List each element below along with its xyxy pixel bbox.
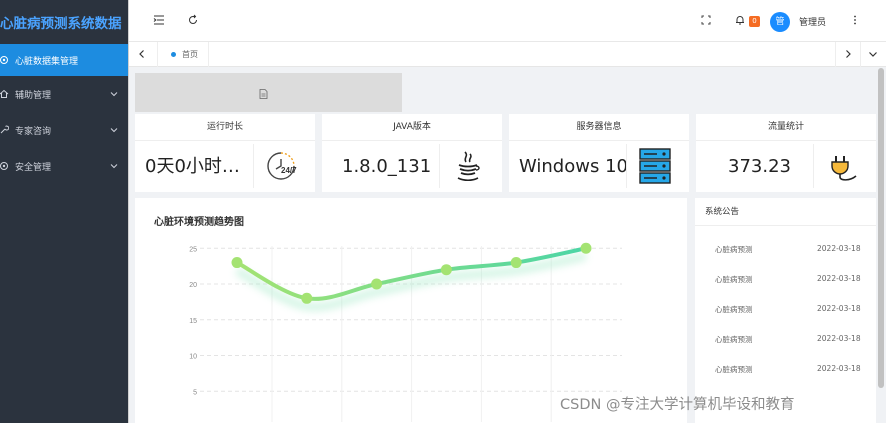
app-title: 心脏病预测系统数据 — [0, 16, 122, 32]
refresh-icon[interactable] — [187, 14, 199, 26]
y-tick-label: 10 — [189, 354, 197, 361]
chevron-right-icon[interactable] — [843, 49, 853, 59]
user-name[interactable]: 管理员 — [799, 15, 826, 28]
java-icon — [457, 151, 480, 182]
notification-badge: 0 — [749, 16, 760, 27]
notice-item-date: 2022-03-18 — [817, 334, 861, 343]
home-icon — [0, 89, 9, 98]
divider — [253, 144, 254, 188]
sidebar-menu: 心脏数据集管理 辅助管理 专家咨询 安全管理 — [0, 44, 128, 184]
data-point[interactable] — [371, 278, 383, 290]
tab-home[interactable]: 首页 — [167, 42, 209, 67]
sidebar-item-dataset[interactable]: 心脏数据集管理 — [0, 44, 128, 76]
gear-icon — [0, 56, 8, 64]
notice-item-date: 2022-03-18 — [817, 274, 861, 283]
y-tick-label: 20 — [189, 282, 197, 289]
divider — [626, 144, 627, 188]
data-point[interactable] — [440, 264, 452, 276]
sidebar-item-label: 安全管理 — [15, 162, 52, 173]
divider — [813, 144, 814, 188]
notice-item-title: 心脏病预测 — [715, 275, 753, 284]
avatar[interactable]: 管 — [770, 12, 790, 32]
divider — [157, 42, 158, 67]
svg-text:24/7: 24/7 — [281, 166, 297, 175]
data-point[interactable] — [510, 257, 522, 269]
top-header: 0 管 管理员 — [129, 0, 886, 42]
card-traffic: 流量统计 373.23 — [696, 114, 876, 192]
chevron-down-icon — [110, 164, 118, 169]
divider — [860, 42, 861, 67]
file-icon — [259, 89, 268, 99]
trend-chart: 5 10 15 20 25 — [189, 242, 622, 422]
data-point[interactable] — [231, 257, 243, 269]
bell-icon[interactable] — [734, 14, 746, 26]
trend-chart-panel: 心脏环境预测趋势图 5 10 15 20 25 — [135, 198, 687, 423]
tabs-bar: 首页 — [129, 42, 886, 67]
notice-item-date: 2022-03-18 — [817, 364, 861, 373]
notice-item-title: 心脏病预测 — [715, 305, 753, 314]
server-icon — [639, 148, 671, 184]
chevron-left-icon[interactable] — [137, 49, 147, 59]
menu-fold-icon[interactable] — [153, 14, 165, 26]
chevron-down-icon — [110, 128, 118, 133]
card-title: 服务器信息 — [509, 114, 689, 141]
card-value: 373.23 — [728, 156, 791, 177]
tab-home-label: 首页 — [182, 50, 198, 59]
gear-icon — [0, 162, 8, 170]
y-tick-label: 25 — [189, 246, 197, 253]
notice-item-title: 心脏病预测 — [715, 245, 753, 254]
sidebar-item-expert[interactable]: 专家咨询 — [0, 112, 128, 148]
chevron-down-icon[interactable] — [868, 49, 878, 59]
fullscreen-icon[interactable] — [700, 14, 712, 26]
notice-item-date: 2022-03-18 — [817, 244, 861, 253]
card-title: JAVA版本 — [322, 114, 502, 141]
chevron-down-icon — [110, 92, 118, 97]
notice-item-title: 心脏病预测 — [715, 365, 753, 374]
active-dot — [171, 52, 176, 57]
notice-title: 系统公告 — [695, 198, 876, 226]
list-item[interactable]: 心脏病预测 2022-03-18 — [695, 244, 876, 258]
image-placeholder — [135, 73, 402, 112]
notice-panel: 系统公告 心脏病预测 2022-03-18 心脏病预测 2022-03-18 心… — [695, 198, 876, 423]
plug-icon — [831, 156, 857, 181]
card-uptime: 运行时长 0天0小时… 24/7 — [135, 114, 315, 192]
card-server-info: 服务器信息 Windows 10 — [509, 114, 689, 192]
divider — [835, 42, 836, 67]
notice-item-title: 心脏病预测 — [715, 335, 753, 344]
card-java-version: JAVA版本 1.8.0_131 — [322, 114, 502, 192]
list-item[interactable]: 心脏病预测 2022-03-18 — [695, 334, 876, 348]
more-vertical-icon[interactable] — [849, 14, 861, 26]
tool-icon — [0, 125, 9, 134]
list-item[interactable]: 心脏病预测 2022-03-18 — [695, 274, 876, 288]
sidebar-item-label: 心脏数据集管理 — [15, 56, 79, 67]
y-tick-label: 5 — [193, 389, 197, 396]
watermark: CSDN @专注大学计算机毕设和教育 — [560, 397, 795, 413]
list-item[interactable]: 心脏病预测 2022-03-18 — [695, 364, 876, 378]
data-point[interactable] — [580, 242, 592, 254]
y-tick-label: 15 — [189, 318, 197, 325]
data-point[interactable] — [301, 292, 313, 304]
card-title: 运行时长 — [135, 114, 315, 141]
page-scrollbar[interactable] — [878, 68, 884, 388]
clock-24-7-icon: 24/7 — [267, 152, 297, 180]
sidebar-item-security[interactable]: 安全管理 — [0, 148, 128, 184]
card-value: 1.8.0_131 — [342, 156, 432, 177]
sidebar-item-auxiliary[interactable]: 辅助管理 — [0, 76, 128, 112]
card-title: 流量统计 — [696, 114, 876, 141]
divider — [439, 144, 440, 188]
card-value: 0天0小时… — [145, 156, 240, 177]
sidebar-item-label: 专家咨询 — [15, 126, 52, 137]
card-value: Windows 10 — [519, 156, 628, 177]
sidebar-item-label: 辅助管理 — [15, 90, 52, 101]
sidebar: 心脏病预测系统数据 心脏数据集管理 辅助管理 专家咨询 安全管理 — [0, 0, 129, 423]
notice-item-date: 2022-03-18 — [817, 304, 861, 313]
list-item[interactable]: 心脏病预测 2022-03-18 — [695, 304, 876, 318]
